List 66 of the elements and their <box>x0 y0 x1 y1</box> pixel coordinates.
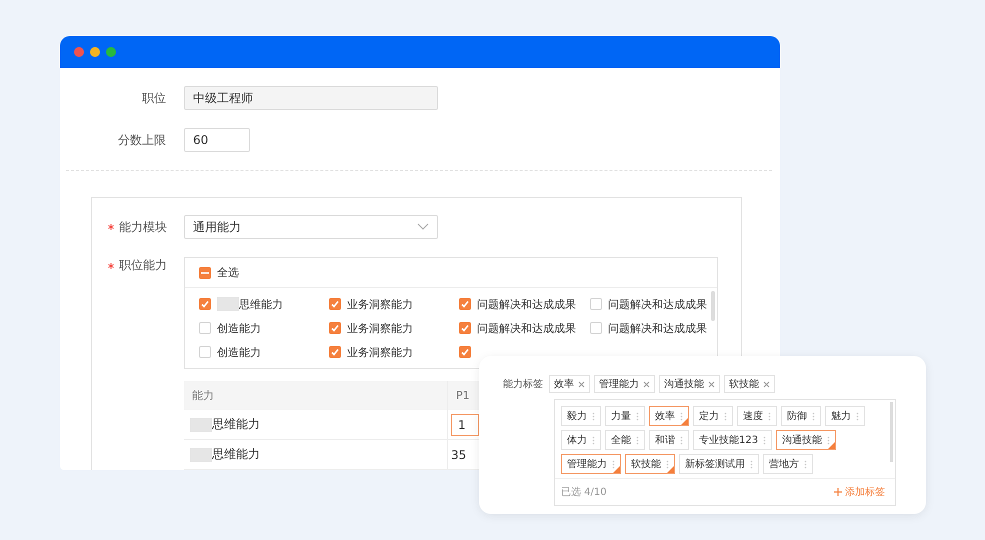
selected-tag[interactable]: 管理能力 <box>594 375 655 393</box>
check-icon <box>331 324 339 332</box>
ability-checkbox[interactable]: 问题解决和达成成果 <box>459 320 590 336</box>
ability-checkbox[interactable]: 问题解决和达成成果 <box>590 320 711 336</box>
ability-checkbox[interactable]: 思维能力 <box>199 296 329 312</box>
selected-tag[interactable]: 软技能 <box>724 375 775 393</box>
selected-count: 已选 4/10 <box>561 486 607 499</box>
drag-handle-icon[interactable] <box>612 460 615 468</box>
field-label: 能力模块 <box>119 218 167 236</box>
corner-check-icon <box>613 466 620 473</box>
tag-option[interactable]: 魅力 <box>825 406 865 426</box>
score-limit-field[interactable]: 60 <box>184 128 250 152</box>
close-icon[interactable] <box>763 380 770 388</box>
tag-option[interactable]: 全能 <box>605 430 645 450</box>
tag-option[interactable]: 沟通技能 <box>776 430 836 450</box>
check-icon <box>331 348 339 356</box>
tag-option[interactable]: 定力 <box>693 406 733 426</box>
tag-option[interactable]: 营地方 <box>763 454 813 474</box>
check-icon <box>461 348 469 356</box>
corner-check-icon <box>828 442 836 449</box>
field-label: 分数上限 <box>117 132 166 148</box>
tag-option[interactable]: 毅力 <box>561 406 601 426</box>
corner-check-icon <box>667 466 674 473</box>
plus-icon <box>834 488 842 496</box>
tag-option[interactable]: 防御 <box>781 406 821 426</box>
ability-checkbox[interactable]: 业务洞察能力 <box>329 296 459 312</box>
field-label: 职位 <box>141 90 166 106</box>
ability-checkbox[interactable]: 问题解决和达成成果 <box>459 296 590 312</box>
tag-option[interactable]: 效率 <box>649 406 689 426</box>
check-icon <box>331 300 339 308</box>
tag-option[interactable]: 速度 <box>737 406 777 426</box>
check-icon <box>201 300 209 308</box>
selected-tag[interactable]: 沟通技能 <box>659 375 720 393</box>
selected-tag[interactable]: 效率 <box>549 375 590 393</box>
check-icon <box>461 324 469 332</box>
ability-checkbox[interactable]: 业务洞察能力 <box>329 344 459 360</box>
field-label: 职位能力 <box>119 257 167 274</box>
close-icon[interactable] <box>708 380 715 388</box>
window-controls-icon[interactable] <box>74 47 116 57</box>
ability-checkbox[interactable]: 创造能力 <box>199 344 329 360</box>
score-input[interactable]: 1 <box>451 414 479 436</box>
close-icon[interactable] <box>578 380 585 388</box>
column-header: 能力 <box>184 381 448 410</box>
check-icon <box>461 300 469 308</box>
drag-handle-icon[interactable] <box>827 436 830 444</box>
drag-handle-icon[interactable] <box>680 412 683 420</box>
drag-handle-icon[interactable] <box>666 460 669 468</box>
close-icon[interactable] <box>643 380 650 388</box>
score-text: 35 <box>451 448 466 462</box>
tag-option[interactable]: 和谐 <box>649 430 689 450</box>
ability-checkbox[interactable]: 业务洞察能力 <box>329 320 459 336</box>
ability-checkbox[interactable]: 问题解决和达成成果 <box>590 296 711 312</box>
minus-icon <box>201 272 209 274</box>
tag-option[interactable]: 专业技能123 <box>693 430 772 450</box>
tag-option[interactable]: 软技能 <box>625 454 675 474</box>
chevron-down-icon <box>417 223 429 231</box>
tag-option[interactable]: 体力 <box>561 430 601 450</box>
select-all-checkbox[interactable]: 全选 <box>199 265 239 280</box>
ability-name: 思维能力 <box>212 417 260 431</box>
ability-checkbox[interactable]: 创造能力 <box>199 320 329 336</box>
ability-name: 思维能力 <box>212 447 260 461</box>
module-select[interactable]: 通用能力 <box>184 215 438 239</box>
tag-option[interactable]: 新标签测试用 <box>679 454 759 474</box>
tag-option[interactable]: 力量 <box>605 406 645 426</box>
tag-option[interactable]: 管理能力 <box>561 454 621 474</box>
corner-check-icon <box>681 418 688 425</box>
